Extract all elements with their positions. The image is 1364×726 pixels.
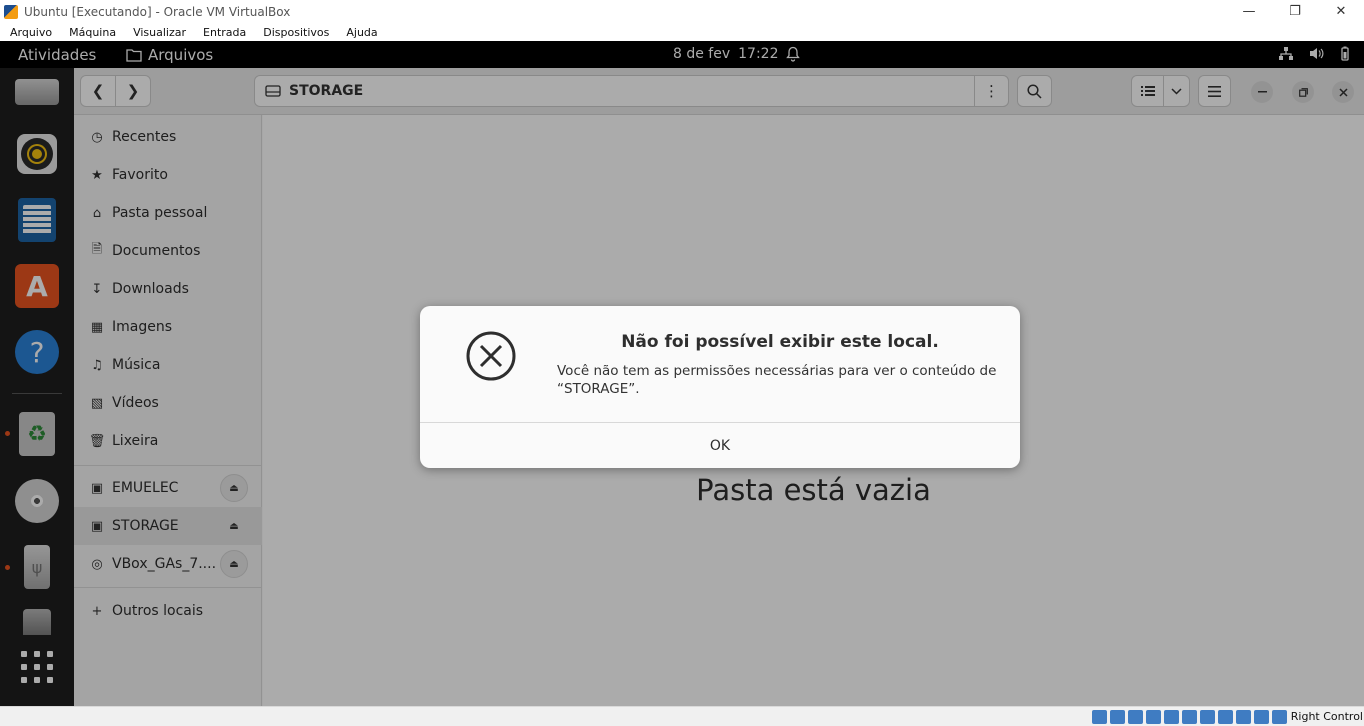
host-key-label: Right Control [1290,710,1363,723]
host-menu-ajuda[interactable]: Ajuda [336,26,384,39]
network-icon[interactable] [1145,709,1161,724]
keyboard-icon[interactable] [1271,709,1287,724]
mouse-integration-icon[interactable] [1253,709,1269,724]
virtualization-icon[interactable] [1235,709,1251,724]
virtualbox-icon [4,4,18,19]
display-icon[interactable] [1199,709,1215,724]
usb-icon[interactable] [1163,709,1179,724]
optical-drive-icon[interactable] [1109,709,1125,724]
host-menu-visualizar[interactable]: Visualizar [123,26,193,39]
dialog-title: Não foi possível exibir este local. [621,332,939,352]
close-icon[interactable]: ✕ [1318,0,1364,23]
host-statusbar: Right Control [0,706,1364,726]
audio-icon[interactable] [1127,709,1143,724]
host-window-title: Ubuntu [Executando] - Oracle VM VirtualB… [24,4,291,19]
error-dialog: Não foi possível exibir este local. Você… [420,306,1020,468]
host-status-icons[interactable] [1091,709,1287,724]
recording-icon[interactable] [1217,709,1233,724]
host-menu-arquivo[interactable]: Arquivo [0,26,59,39]
shared-folders-icon[interactable] [1181,709,1197,724]
minimize-icon[interactable]: — [1226,0,1272,23]
host-menu-dispositivos[interactable]: Dispositivos [253,26,336,39]
host-menubar: Arquivo Máquina Visualizar Entrada Dispo… [0,23,1364,41]
host-menu-maquina[interactable]: Máquina [59,26,123,39]
error-icon [466,331,516,381]
restore-icon[interactable]: ❐ [1272,0,1318,23]
ok-button[interactable]: OK [420,423,1020,468]
host-titlebar: Ubuntu [Executando] - Oracle VM VirtualB… [0,0,1364,23]
harddisk-icon[interactable] [1091,709,1107,724]
dialog-message: Você não tem as permissões necessárias p… [557,363,997,397]
host-menu-entrada[interactable]: Entrada [193,26,253,39]
